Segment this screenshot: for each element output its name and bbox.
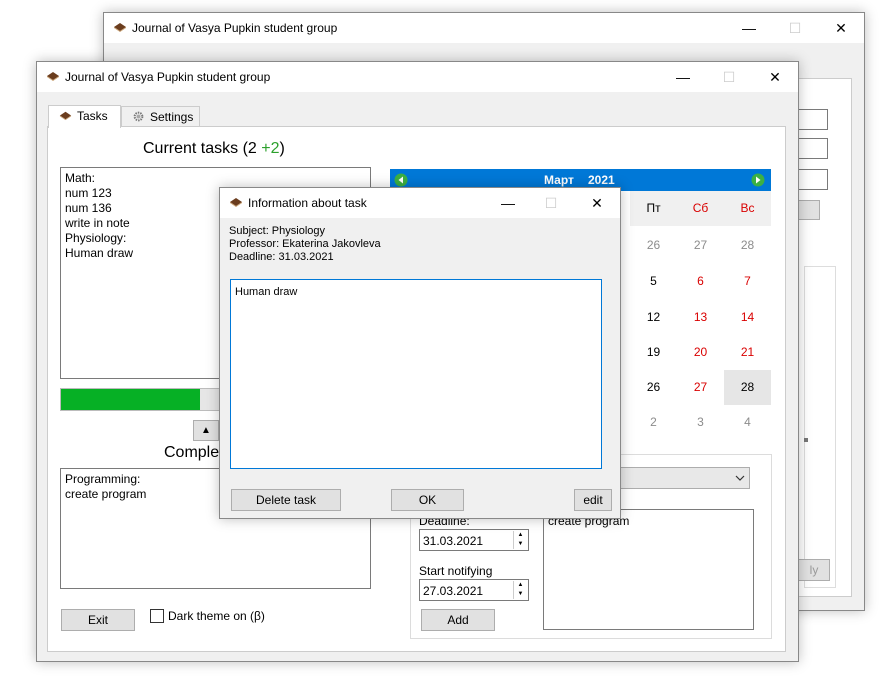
maximize-button[interactable]: ☐ (706, 62, 752, 92)
back-field-1[interactable] (798, 109, 828, 130)
next-month-icon[interactable] (751, 173, 765, 187)
calendar-day[interactable]: 19 (630, 335, 677, 370)
main-title-bar[interactable]: Journal of Vasya Pupkin student group — … (37, 62, 798, 92)
calendar-day[interactable]: 20 (677, 335, 724, 370)
calendar-day-today[interactable]: 28 (724, 370, 771, 405)
gear-icon (133, 111, 144, 122)
start-notifying-value: 27.03.2021 (423, 584, 484, 598)
back-dot (804, 438, 808, 442)
deadline-info: Deadline: 31.03.2021 (229, 251, 334, 263)
start-notifying-picker[interactable]: 27.03.2021 ▲ ▼ (419, 579, 529, 601)
calendar-year[interactable]: 2021 (588, 173, 615, 187)
calendar-day[interactable]: 21 (724, 335, 771, 370)
progress-fill (61, 389, 201, 410)
deadline-value: 31.03.2021 (423, 534, 484, 548)
back-group-box (804, 266, 836, 588)
calendar-day[interactable]: 26 (630, 228, 677, 263)
task-text-input[interactable]: create program (543, 509, 754, 630)
deadline-spin[interactable]: ▲ ▼ (513, 531, 527, 549)
subject-info: Subject: Physiology (229, 225, 325, 237)
calendar-day[interactable]: 13 (677, 300, 724, 335)
dialog-maximize-button[interactable]: ☐ (528, 188, 574, 218)
back-title-bar[interactable]: Journal of Vasya Pupkin student group — … (104, 13, 864, 43)
add-button[interactable]: Add (421, 609, 495, 631)
task-info-dialog: Information about task — ☐ ✕ Subject: Ph… (219, 187, 621, 519)
back-window-title: Journal of Vasya Pupkin student group (132, 21, 338, 35)
completed-label: Complet (164, 444, 224, 461)
close-button[interactable]: ✕ (752, 62, 798, 92)
collapse-arrow-button[interactable]: ▲ (193, 420, 219, 441)
back-apply-button[interactable]: ly (798, 559, 830, 581)
calendar-day[interactable]: 4 (724, 405, 771, 440)
back-small-button[interactable] (798, 200, 820, 220)
weekday-fri: Пт (646, 201, 661, 215)
dialog-minimize-button[interactable]: — (485, 188, 531, 218)
calendar-day[interactable]: 27 (677, 228, 724, 263)
current-tasks-label: Current tasks (143, 140, 239, 157)
dark-theme-label: Dark theme on (β) (168, 609, 265, 623)
added-tasks-count: +2 (261, 140, 280, 157)
book-icon (114, 23, 126, 32)
dialog-title-bar[interactable]: Information about task — ☐ ✕ (220, 188, 620, 218)
start-notifying-label: Start notifying (419, 564, 493, 578)
tab-tasks[interactable]: Tasks (48, 105, 121, 128)
main-window-title: Journal of Vasya Pupkin student group (65, 70, 271, 84)
current-tasks-header: Current tasks (2 +2) (143, 140, 285, 158)
back-maximize-button[interactable]: ☐ (772, 13, 818, 43)
weekday-sun: Вс (740, 201, 755, 215)
calendar-day[interactable]: 5 (630, 264, 677, 299)
tab-settings-label: Settings (150, 110, 194, 124)
dark-theme-checkbox[interactable] (150, 609, 164, 623)
calendar-day[interactable]: 2 (630, 405, 677, 440)
calendar-day[interactable]: 26 (630, 370, 677, 405)
tab-tasks-label: Tasks (77, 109, 108, 123)
back-field-3[interactable] (798, 169, 828, 190)
edit-button[interactable]: edit (574, 489, 612, 511)
back-field-2[interactable] (798, 138, 828, 159)
book-icon (59, 111, 72, 121)
minimize-button[interactable]: — (660, 62, 706, 92)
delete-task-button[interactable]: Delete task (231, 489, 341, 511)
professor-info: Professor: Ekaterina Jakovleva (229, 238, 381, 250)
back-minimize-button[interactable]: — (726, 13, 772, 43)
back-close-button[interactable]: ✕ (818, 13, 864, 43)
dialog-title: Information about task (248, 196, 367, 210)
weekday-sat: Сб (692, 201, 709, 215)
tab-settings[interactable]: Settings (121, 106, 200, 126)
calendar-day[interactable]: 28 (724, 228, 771, 263)
deadline-date-picker[interactable]: 31.03.2021 ▲ ▼ (419, 529, 529, 551)
calendar-day[interactable]: 7 (724, 264, 771, 299)
task-description[interactable]: Human draw (230, 279, 602, 469)
book-icon (47, 72, 59, 81)
calendar-day[interactable]: 6 (677, 264, 724, 299)
calendar-day[interactable]: 14 (724, 300, 771, 335)
calendar-month[interactable]: Март (544, 173, 574, 187)
exit-button[interactable]: Exit (61, 609, 135, 631)
current-tasks-count: (2 (238, 140, 262, 157)
calendar-day[interactable]: 27 (677, 370, 724, 405)
subject-dropdown[interactable] (620, 467, 750, 489)
calendar-day[interactable]: 12 (630, 300, 677, 335)
current-tasks-close: ) (279, 140, 285, 157)
ok-button[interactable]: OK (391, 489, 464, 511)
start-notifying-spin[interactable]: ▲ ▼ (513, 581, 527, 599)
book-icon (230, 198, 242, 207)
dialog-close-button[interactable]: ✕ (574, 188, 620, 218)
chevron-down-icon (735, 475, 745, 481)
calendar-day[interactable]: 3 (677, 405, 724, 440)
prev-month-icon[interactable] (394, 173, 408, 187)
